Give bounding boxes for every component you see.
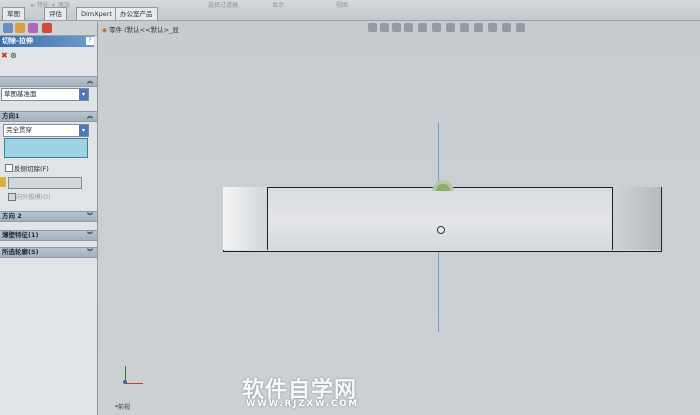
- draft-angle-field[interactable]: [8, 177, 82, 189]
- panel-icon-bar: [0, 21, 97, 36]
- property-manager-icon[interactable]: [15, 23, 25, 33]
- chevron-down-icon[interactable]: ▾: [79, 89, 88, 100]
- view-name-label: *前视: [115, 404, 131, 411]
- help-icon[interactable]: ?: [86, 37, 94, 45]
- draft-outward-checkbox[interactable]: [8, 193, 16, 201]
- tab-office-products[interactable]: 办公室产品: [115, 7, 158, 20]
- display-manager-icon[interactable]: [42, 23, 52, 33]
- from-select-value: 草图基准面: [4, 90, 37, 98]
- display-label[interactable]: 显示: [272, 0, 284, 9]
- feature-tree-icon[interactable]: [3, 23, 13, 33]
- cancel-icon[interactable]: ✖: [1, 51, 8, 61]
- tab-dimxpert[interactable]: DimXpert: [76, 7, 117, 20]
- section-direction1[interactable]: 方向1 ︽: [0, 111, 97, 122]
- end-condition-value: 完全贯穿: [6, 126, 32, 134]
- from-select[interactable]: 草图基准面 ▾: [1, 88, 89, 101]
- direction1-label: 方向1: [2, 112, 20, 120]
- select-filter-label[interactable]: 选择过滤器: [208, 0, 238, 9]
- view-orientation-icon[interactable]: [418, 23, 427, 32]
- part-right-face[interactable]: [612, 187, 661, 250]
- direction-selection-box[interactable]: [4, 138, 88, 158]
- end-condition-select[interactable]: 完全贯穿 ▾: [3, 124, 89, 137]
- section-direction2[interactable]: 方向 2 ︾: [0, 211, 97, 222]
- monitor-icon[interactable]: [516, 23, 525, 32]
- display-style-icon[interactable]: [432, 23, 441, 32]
- previous-view-icon[interactable]: [392, 23, 401, 32]
- part-icon: ◆: [102, 26, 107, 34]
- appearance-icon[interactable]: [460, 23, 469, 32]
- flip-side-checkbox[interactable]: [5, 164, 13, 172]
- hide-show-icon[interactable]: [446, 23, 455, 32]
- feature-title: 切除-拉伸: [0, 36, 94, 47]
- selected-contours-label: 所选轮廓(S): [2, 248, 39, 256]
- tab-sketch[interactable]: 草图: [2, 7, 25, 20]
- feature-tree-breadcrumb[interactable]: ◆ 零件 (默认<<默认>_显: [102, 24, 179, 34]
- zoom-fit-icon[interactable]: [368, 23, 377, 32]
- scene-icon[interactable]: [474, 23, 483, 32]
- tab-evaluate[interactable]: 评估: [44, 7, 67, 20]
- section-view-icon[interactable]: [404, 23, 413, 32]
- watermark-url: WWW.RJZXW.COM: [246, 399, 359, 409]
- triad-x-axis: [125, 383, 143, 384]
- part-left-face[interactable]: [223, 187, 268, 250]
- draft-icon[interactable]: [0, 177, 6, 187]
- config-manager-icon[interactable]: [28, 23, 38, 33]
- origin-point-icon[interactable]: [437, 226, 445, 234]
- property-manager-panel: 切除-拉伸 ? ✖ ⊛ ︽ 草图基准面 ▾ 方向1 ︽ 完全贯穿 ▾ 反侧切除(…: [0, 21, 98, 415]
- breadcrumb-text: 零件 (默认<<默认>_显: [109, 26, 179, 34]
- detail-preview-icon[interactable]: ⊛: [10, 51, 17, 61]
- command-manager-bar: ≡ 特征 ∗ 添加 选择过滤器 显示 视图 草图 评估 DimXpert 办公室…: [0, 0, 700, 21]
- section-thin-feature[interactable]: 薄壁特征(1) ︾: [0, 230, 97, 241]
- direction2-label: 方向 2: [2, 212, 22, 220]
- draft-outward-label: 向外拔模(O): [16, 194, 51, 201]
- extruded-part-body[interactable]: [223, 187, 662, 252]
- chevron-down-icon[interactable]: ▾: [79, 125, 88, 136]
- view-label[interactable]: 视图: [336, 0, 348, 9]
- thin-feature-label: 薄壁特征(1): [2, 231, 39, 239]
- display-pane-icon[interactable]: [502, 23, 511, 32]
- zoom-area-icon[interactable]: [380, 23, 389, 32]
- section-selected-contours[interactable]: 所选轮廓(S) ︾: [0, 247, 97, 258]
- view-settings-icon[interactable]: [488, 23, 497, 32]
- section-from[interactable]: ︽: [0, 76, 97, 87]
- triad-origin-icon: [123, 380, 127, 384]
- flip-side-label: 反侧切除(F): [14, 165, 49, 173]
